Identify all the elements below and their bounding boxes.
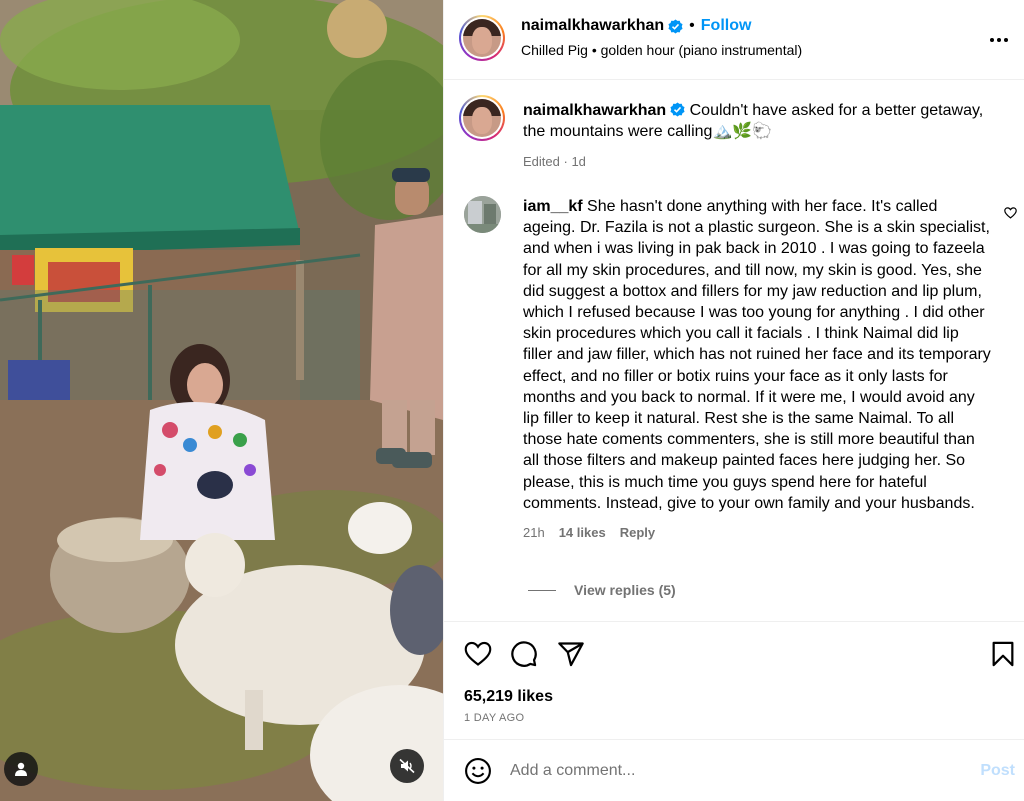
- post-date[interactable]: 1 DAY AGO: [464, 712, 524, 724]
- audio-track-link[interactable]: Chilled Pig • golden hour (piano instrum…: [521, 42, 802, 58]
- author-avatar[interactable]: [459, 15, 505, 61]
- bookmark-icon: [992, 641, 1014, 667]
- post-comment-button[interactable]: Post: [980, 762, 1015, 780]
- post-media[interactable]: [0, 0, 443, 801]
- comment-text: She hasn't done anything with her face. …: [523, 198, 991, 512]
- post-actions: 65,219 likes 1 DAY AGO: [444, 621, 1024, 739]
- comment-icon: [511, 641, 537, 667]
- likes-count[interactable]: 65,219 likes: [464, 688, 553, 706]
- commenter-photo: [464, 196, 501, 233]
- edited-label: Edited: [523, 154, 560, 169]
- replies-divider: [528, 589, 556, 591]
- heart-icon: [1004, 207, 1017, 219]
- send-icon: [558, 642, 584, 667]
- comment-meta: 21h 14 likes Reply: [523, 522, 991, 543]
- comments-list[interactable]: naimalkhawarkhan Couldn't have asked for…: [444, 81, 1024, 621]
- more-options-button[interactable]: [987, 28, 1011, 52]
- mute-toggle-button[interactable]: [390, 749, 424, 783]
- post-photo: [0, 0, 443, 801]
- comment-like-button[interactable]: [1004, 206, 1017, 224]
- verified-badge-icon: [668, 18, 683, 34]
- verified-badge-icon: [670, 102, 685, 117]
- speaker-muted-icon: [399, 758, 415, 774]
- comment-time[interactable]: 21h: [523, 522, 545, 543]
- author-username[interactable]: naimalkhawarkhan: [521, 17, 664, 35]
- commenter-username[interactable]: iam__kf: [523, 198, 583, 215]
- comment-button[interactable]: [510, 640, 538, 668]
- heart-icon: [464, 641, 492, 666]
- comment-input[interactable]: [510, 760, 950, 782]
- tagged-users-button[interactable]: [4, 752, 38, 786]
- view-replies-button[interactable]: View replies (5): [528, 582, 676, 598]
- view-replies-label: View replies (5): [574, 582, 676, 598]
- more-options-icon: [990, 38, 1008, 42]
- user-icon: [15, 762, 27, 776]
- post-side-panel: naimalkhawarkhan • Follow Chilled Pig • …: [443, 0, 1024, 801]
- separator-dot: •: [689, 17, 695, 34]
- like-button[interactable]: [464, 640, 492, 668]
- caption-avatar[interactable]: [459, 95, 505, 141]
- post-header: naimalkhawarkhan • Follow Chilled Pig • …: [444, 0, 1024, 80]
- caption-username[interactable]: naimalkhawarkhan: [523, 102, 666, 119]
- commenter-avatar[interactable]: [464, 196, 501, 233]
- share-button[interactable]: [557, 640, 585, 668]
- caption-meta: Edited · 1d: [523, 154, 586, 169]
- comment-likes[interactable]: 14 likes: [559, 522, 606, 543]
- follow-button[interactable]: Follow: [701, 17, 752, 35]
- add-comment-bar: Post: [444, 739, 1024, 801]
- reply-button[interactable]: Reply: [620, 522, 655, 543]
- emoji-icon: [465, 758, 491, 784]
- caption-time[interactable]: 1d: [571, 154, 585, 169]
- emoji-picker-button[interactable]: [464, 757, 492, 790]
- save-button[interactable]: [989, 640, 1017, 668]
